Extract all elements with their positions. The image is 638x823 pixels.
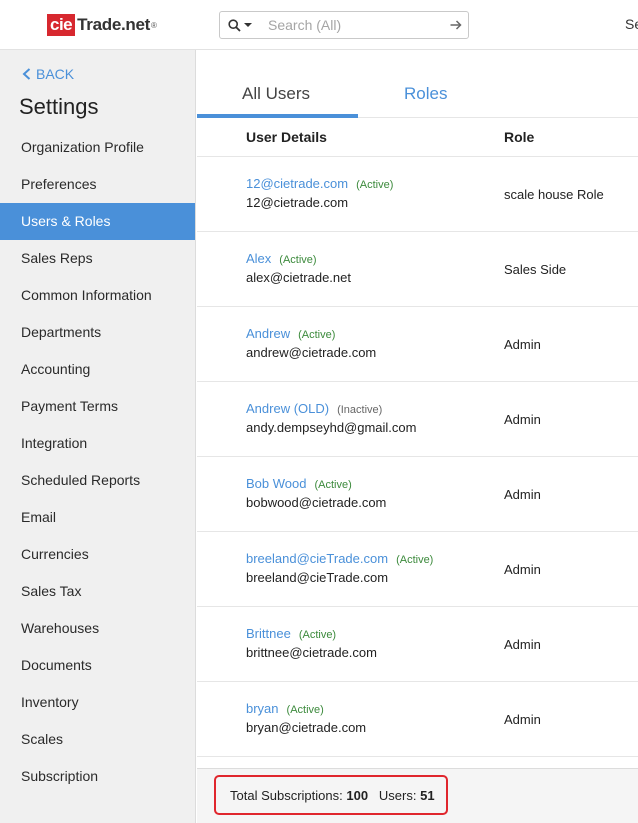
sidebar-item-users-roles[interactable]: Users & Roles [0, 203, 195, 240]
top-bar: cie Trade.net ® Search (All) Se [0, 0, 638, 50]
user-name[interactable]: Andrew (OLD) [246, 401, 329, 416]
user-name[interactable]: Alex [246, 251, 271, 266]
user-name[interactable]: breeland@cieTrade.com [246, 551, 388, 566]
table-row: Bob Wood (Active) bobwood@cietrade.com Ad… [197, 457, 638, 532]
logo-mark: cie [47, 14, 76, 36]
user-email: 12@cietrade.com [246, 195, 349, 210]
search-scope-dropdown[interactable] [220, 12, 260, 38]
status-badge: (Active) [396, 554, 434, 566]
sidebar-item-subscription[interactable]: Subscription [0, 758, 195, 795]
subscription-summary: Total Subscriptions: 100 Users: 51 [214, 775, 448, 815]
user-email: bryan@cietrade.com [246, 720, 367, 735]
table-row: bryan (Active) bryan@cietrade.com Admin [197, 682, 638, 757]
table-row: Andrew (Active) andrew@cietrade.com Admin [197, 307, 638, 382]
main-panel: All Users Roles User Details Role 12@cie… [197, 50, 638, 823]
arrow-right-icon [450, 20, 462, 30]
caret-down-icon [244, 23, 252, 27]
user-name-link[interactable]: Brittnee (Active) [246, 626, 336, 641]
user-role: Sales Side [504, 262, 567, 277]
table-footer: Total Subscriptions: 100 Users: 51 [197, 768, 638, 823]
users-label: Users: [378, 787, 417, 803]
sidebar-item-inventory[interactable]: Inventory [0, 684, 195, 721]
user-role: Admin [504, 487, 541, 502]
sidebar-item-preferences[interactable]: Preferences [0, 166, 195, 203]
settings-menu: Organization Profile Preferences Users &… [0, 129, 195, 795]
table-row: Brittnee (Active) brittnee@cietrade.com A… [197, 607, 638, 682]
sidebar-item-sales-reps[interactable]: Sales Reps [0, 240, 195, 277]
sidebar-item-email[interactable]: Email [0, 499, 195, 536]
user-email: andy.dempseyhd@gmail.com [246, 420, 417, 435]
user-name[interactable]: Bob Wood [246, 476, 306, 491]
users-table: 12@cietrade.com (Active) 12@cietrade.com … [197, 157, 638, 757]
tab-roles[interactable]: Roles [404, 84, 447, 104]
user-name-link[interactable]: Andrew (Active) [246, 326, 335, 341]
user-role: Admin [504, 637, 541, 652]
back-label: BACK [36, 66, 75, 82]
cietrade-logo[interactable]: cie Trade.net ® [47, 13, 157, 37]
page-title: Settings [19, 94, 99, 119]
sidebar-item-scales[interactable]: Scales [0, 721, 195, 758]
user-role: Admin [504, 562, 541, 577]
table-header: User Details Role [197, 118, 638, 157]
user-name-link[interactable]: 12@cietrade.com (Active) [246, 176, 393, 191]
search-icon [228, 18, 241, 32]
sidebar-item-sales-tax[interactable]: Sales Tax [0, 573, 195, 610]
table-row: Alex (Active) alex@cietrade.net Sales Sid… [197, 232, 638, 307]
sidebar-item-warehouses[interactable]: Warehouses [0, 610, 195, 647]
user-role: Admin [504, 412, 541, 427]
sidebar-item-integration[interactable]: Integration [0, 425, 195, 462]
sidebar-item-accounting[interactable]: Accounting [0, 351, 195, 388]
column-header-user-details[interactable]: User Details [246, 129, 327, 145]
sidebar-item-documents[interactable]: Documents [0, 647, 195, 684]
header-menu-truncated[interactable]: Se [625, 16, 638, 32]
global-search[interactable]: Search (All) [219, 11, 469, 39]
user-role: Admin [504, 712, 541, 727]
sidebar-item-organization-profile[interactable]: Organization Profile [0, 129, 195, 166]
user-name[interactable]: Andrew [246, 326, 290, 341]
table-row: 12@cietrade.com (Active) 12@cietrade.com … [197, 157, 638, 232]
users-count: 51 [420, 787, 435, 803]
user-email: bobwood@cietrade.com [246, 495, 387, 510]
status-badge: (Active) [279, 254, 317, 266]
user-email: alex@cietrade.net [246, 270, 351, 285]
column-header-role[interactable]: Role [504, 129, 534, 145]
user-name-link[interactable]: bryan (Active) [246, 701, 324, 716]
back-link[interactable]: BACK [22, 66, 74, 82]
status-badge: (Inactive) [337, 404, 383, 416]
user-name-link[interactable]: breeland@cieTrade.com (Active) [246, 551, 433, 566]
status-badge: (Active) [356, 179, 394, 191]
settings-sidebar: BACK Settings Organization Profile Prefe… [0, 50, 196, 823]
user-name[interactable]: 12@cietrade.com [246, 176, 348, 191]
status-badge: (Active) [286, 704, 324, 716]
user-name[interactable]: Brittnee [246, 626, 291, 641]
sidebar-item-payment-terms[interactable]: Payment Terms [0, 388, 195, 425]
subscriptions-count: 100 [346, 787, 369, 803]
user-name-link[interactable]: Bob Wood (Active) [246, 476, 352, 491]
logo-registered: ® [151, 20, 157, 30]
sidebar-item-departments[interactable]: Departments [0, 314, 195, 351]
tab-bar: All Users Roles [197, 50, 638, 118]
user-name[interactable]: bryan [246, 701, 279, 716]
subscriptions-label: Total Subscriptions: [230, 787, 343, 803]
status-badge: (Active) [314, 479, 352, 491]
status-badge: (Active) [298, 329, 336, 341]
user-email: andrew@cietrade.com [246, 345, 377, 360]
logo-text: Trade.net [77, 15, 151, 34]
status-badge: (Active) [298, 629, 337, 641]
table-row: Andrew (OLD) (Inactive) andy.dempseyhd@gm… [197, 382, 638, 457]
search-go-button[interactable] [444, 20, 468, 30]
sidebar-item-common-information[interactable]: Common Information [0, 277, 195, 314]
sidebar-item-currencies[interactable]: Currencies [0, 536, 195, 573]
user-name-link[interactable]: Andrew (OLD) (Inactive) [246, 401, 382, 416]
table-row: breeland@cieTrade.com (Active) breeland@c… [197, 532, 638, 607]
user-email: breeland@cieTrade.com [246, 570, 389, 585]
user-name-link[interactable]: Alex (Active) [246, 251, 317, 266]
chevron-left-icon [22, 68, 31, 80]
tab-all-users[interactable]: All Users [242, 84, 310, 104]
user-email: brittnee@cietrade.com [246, 645, 377, 660]
sidebar-item-scheduled-reports[interactable]: Scheduled Reports [0, 462, 195, 499]
user-role: Admin [504, 337, 541, 352]
user-role: scale house Role [504, 187, 604, 202]
search-input[interactable]: Search (All) [268, 17, 444, 33]
